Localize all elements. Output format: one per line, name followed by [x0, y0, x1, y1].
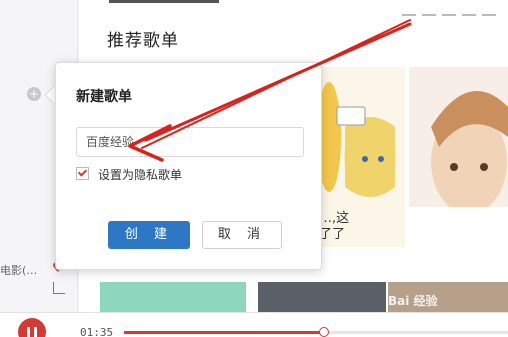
progress-knob[interactable] — [318, 327, 329, 337]
playlist-name-input[interactable]: 百度经验 — [76, 127, 304, 157]
playlist-card[interactable]: …,这 了了 — [315, 67, 405, 247]
playing-song-label: 电影(… — [0, 264, 38, 277]
cancel-button[interactable]: 取 消 — [202, 221, 282, 249]
progress-bar[interactable] — [124, 327, 508, 337]
plus-circle-icon[interactable]: + — [27, 87, 41, 101]
private-playlist-label[interactable]: 设置为隐私歌单 — [98, 166, 182, 183]
share-icon[interactable] — [53, 282, 65, 294]
divider-dash — [402, 14, 416, 16]
playlist-thumbnail[interactable] — [258, 282, 386, 312]
pause-icon — [27, 327, 37, 337]
section-title: 推荐歌单 — [107, 31, 179, 51]
divider-dash — [482, 14, 496, 16]
playlist-card[interactable] — [409, 67, 508, 247]
new-playlist-dialog: 新建歌单 百度经验 设置为隐私歌单 创 建 取 消 — [55, 62, 322, 270]
top-image-strip — [109, 0, 219, 3]
divider-dash — [442, 14, 456, 16]
playlist-cover-image — [409, 67, 508, 247]
playlist-thumbnail[interactable] — [100, 282, 246, 312]
current-time: 01:35 — [80, 326, 114, 337]
private-playlist-checkbox[interactable] — [76, 167, 89, 180]
dialog-title: 新建歌单 — [76, 89, 132, 105]
create-button[interactable]: 创 建 — [108, 221, 190, 249]
divider-dash — [422, 14, 436, 16]
progress-fill — [124, 331, 324, 334]
playlist-caption: …,这 了了 — [319, 211, 350, 242]
divider-dash — [462, 14, 476, 16]
checkmark-icon — [77, 167, 88, 177]
watermark-text: Bai 经验 — [388, 294, 438, 308]
